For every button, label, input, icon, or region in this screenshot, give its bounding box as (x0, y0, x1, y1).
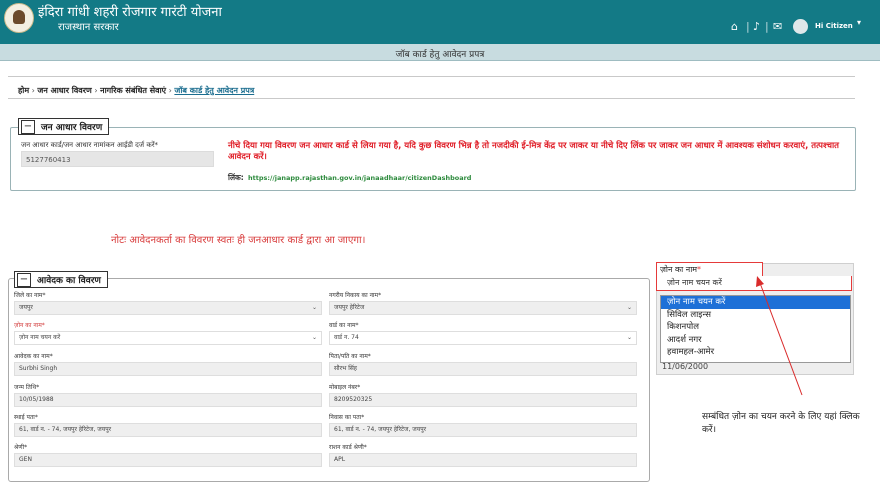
jan-aadhar-legend: − जन आधार विवरण (18, 118, 110, 135)
breadcrumb-separator: › (31, 86, 35, 95)
zone-label: ज़ोन का नाम* (14, 322, 45, 329)
dob-input[interactable]: 10/05/1988 (14, 393, 322, 407)
breadcrumb-jan-aadhar[interactable]: जन आधार विवरण (37, 86, 91, 95)
divider (8, 76, 855, 77)
father-name-input[interactable]: सौरभ सिंह (329, 362, 637, 376)
chevron-down-icon: ⌄ (311, 334, 317, 341)
applicant-name-input[interactable]: Surbhi Singh (14, 362, 322, 376)
home-icon[interactable]: ⌂ (731, 20, 738, 33)
zone-option[interactable]: आदर्श नगर (661, 334, 850, 347)
ulb-label: नगरीय निकाय का नाम* (329, 292, 382, 299)
zone-option[interactable]: ज़ोन नाम चयन करें (661, 296, 850, 309)
section-title: आवेदक का विवरण (37, 276, 101, 286)
mail-icon[interactable]: ✉ (773, 20, 782, 33)
applicant-legend: − आवेदक का विवरण (14, 271, 108, 288)
background-date-value: 11/06/2000 (662, 362, 709, 371)
jan-aadhar-warning: नीचे दिया गया विवरण जन आधार कार्ड से लिय… (228, 141, 840, 162)
zone-option[interactable]: किशनपोल (661, 321, 850, 334)
mobile-input[interactable]: 8209520325 (329, 393, 637, 407)
zone-dropdown-select[interactable]: ज़ोन नाम चयन करें (656, 276, 852, 291)
required-marker: * (697, 265, 702, 274)
avatar[interactable] (793, 19, 808, 34)
breadcrumb-separator: › (168, 86, 172, 95)
zone-options-list: ज़ोन नाम चयन करें सिविल लाइन्स किशनपोल आ… (660, 295, 851, 363)
dob-label: जन्म तिथि* (14, 384, 40, 391)
current-address-label: निवास का पता* (329, 414, 365, 421)
permanent-address-input[interactable]: 61, वार्ड न. - 74, जयपुर हेरिटेज, जयपुर (14, 423, 322, 437)
district-value: जयपुर (19, 304, 33, 311)
ulb-select[interactable]: जयपुर हेरिटेज ⌄ (329, 301, 637, 315)
breadcrumb-current[interactable]: जॉब कार्ड हेतु आवेदन प्रपत्र (174, 86, 254, 95)
app-title: इंदिरा गांधी शहरी रोजगार गारंटी योजना (38, 5, 222, 20)
breadcrumb: होम › जन आधार विवरण › नागरिक संबंधित सेव… (18, 85, 254, 96)
chevron-down-icon: ⌄ (626, 334, 632, 341)
breadcrumb-home[interactable]: होम (18, 86, 29, 95)
breadcrumb-separator: › (94, 86, 98, 95)
ration-card-label: राशन कार्ड श्रेणी* (329, 444, 367, 451)
ward-value: वार्ड न. 74 (334, 334, 359, 341)
zone-option[interactable]: हवामहल-आमेर (661, 346, 850, 359)
current-address-input[interactable]: 61, वार्ड न. - 74, जयपुर हेरिटेज, जयपुर (329, 423, 637, 437)
permanent-address-label: स्थाई पता* (14, 414, 38, 421)
jan-aadhar-id-input[interactable]: 5127760413 (21, 151, 214, 167)
jan-aadhar-dashboard-link[interactable]: https://janapp.rajasthan.gov.in/janaadha… (248, 174, 471, 182)
category-label: श्रेणी* (14, 444, 28, 451)
father-name-label: पिता/पति का नाम* (329, 353, 371, 360)
divider: | (765, 20, 769, 33)
section-title: जन आधार विवरण (41, 123, 103, 133)
ration-card-input[interactable]: APL (329, 453, 637, 467)
zone-dropdown-label: ज़ोन का नाम* (660, 264, 701, 275)
ward-label: वार्ड का नाम* (329, 322, 359, 329)
emblem-logo (4, 3, 34, 33)
district-label: जिले का नाम* (14, 292, 46, 299)
zone-option[interactable]: सिविल लाइन्स (661, 309, 850, 322)
page-title: जॉब कार्ड हेतु आवेदन प्रपत्र (395, 50, 485, 60)
link-label: लिंक: (228, 173, 244, 182)
autofill-note: नोटः आवेदनकर्ता का विवरण स्वतः ही जनआधार… (111, 235, 366, 246)
app-subtitle: राजस्थान सरकार (58, 22, 119, 33)
breadcrumb-services[interactable]: नागरिक संबंधित सेवाएं (100, 86, 166, 95)
applicant-name-label: आवेदक का नाम* (14, 353, 53, 360)
user-menu-label[interactable]: Hi Citizen (815, 22, 853, 30)
divider: | (746, 20, 750, 33)
zone-label-text: ज़ोन का नाम (660, 265, 698, 274)
collapse-toggle[interactable]: − (17, 272, 31, 287)
divider (8, 98, 855, 99)
ulb-value: जयपुर हेरिटेज (334, 304, 365, 311)
zone-select[interactable]: ज़ोन नाम चयन करें ⌄ (14, 331, 322, 345)
collapse-toggle[interactable]: − (21, 119, 35, 134)
ward-select[interactable]: वार्ड न. 74 ⌄ (329, 331, 637, 345)
chevron-down-icon: ⌄ (311, 304, 317, 311)
mobile-label: मोबाइल नंबर* (329, 384, 361, 391)
zone-value: ज़ोन नाम चयन करें (19, 334, 61, 341)
bell-icon[interactable]: ♪ (753, 20, 760, 33)
district-select[interactable]: जयपुर ⌄ (14, 301, 322, 315)
chevron-down-icon: ⌄ (626, 304, 632, 311)
chevron-down-icon[interactable]: ▾ (857, 18, 861, 27)
annotation-text: सम्बंधित ज़ोन का चयन करने के लिए यहां क्… (702, 412, 860, 435)
jan-aadhar-id-label: जन आधार कार्ड/जन आधार नामांकन आईडी दर्ज … (21, 141, 159, 149)
category-input[interactable]: GEN (14, 453, 322, 467)
